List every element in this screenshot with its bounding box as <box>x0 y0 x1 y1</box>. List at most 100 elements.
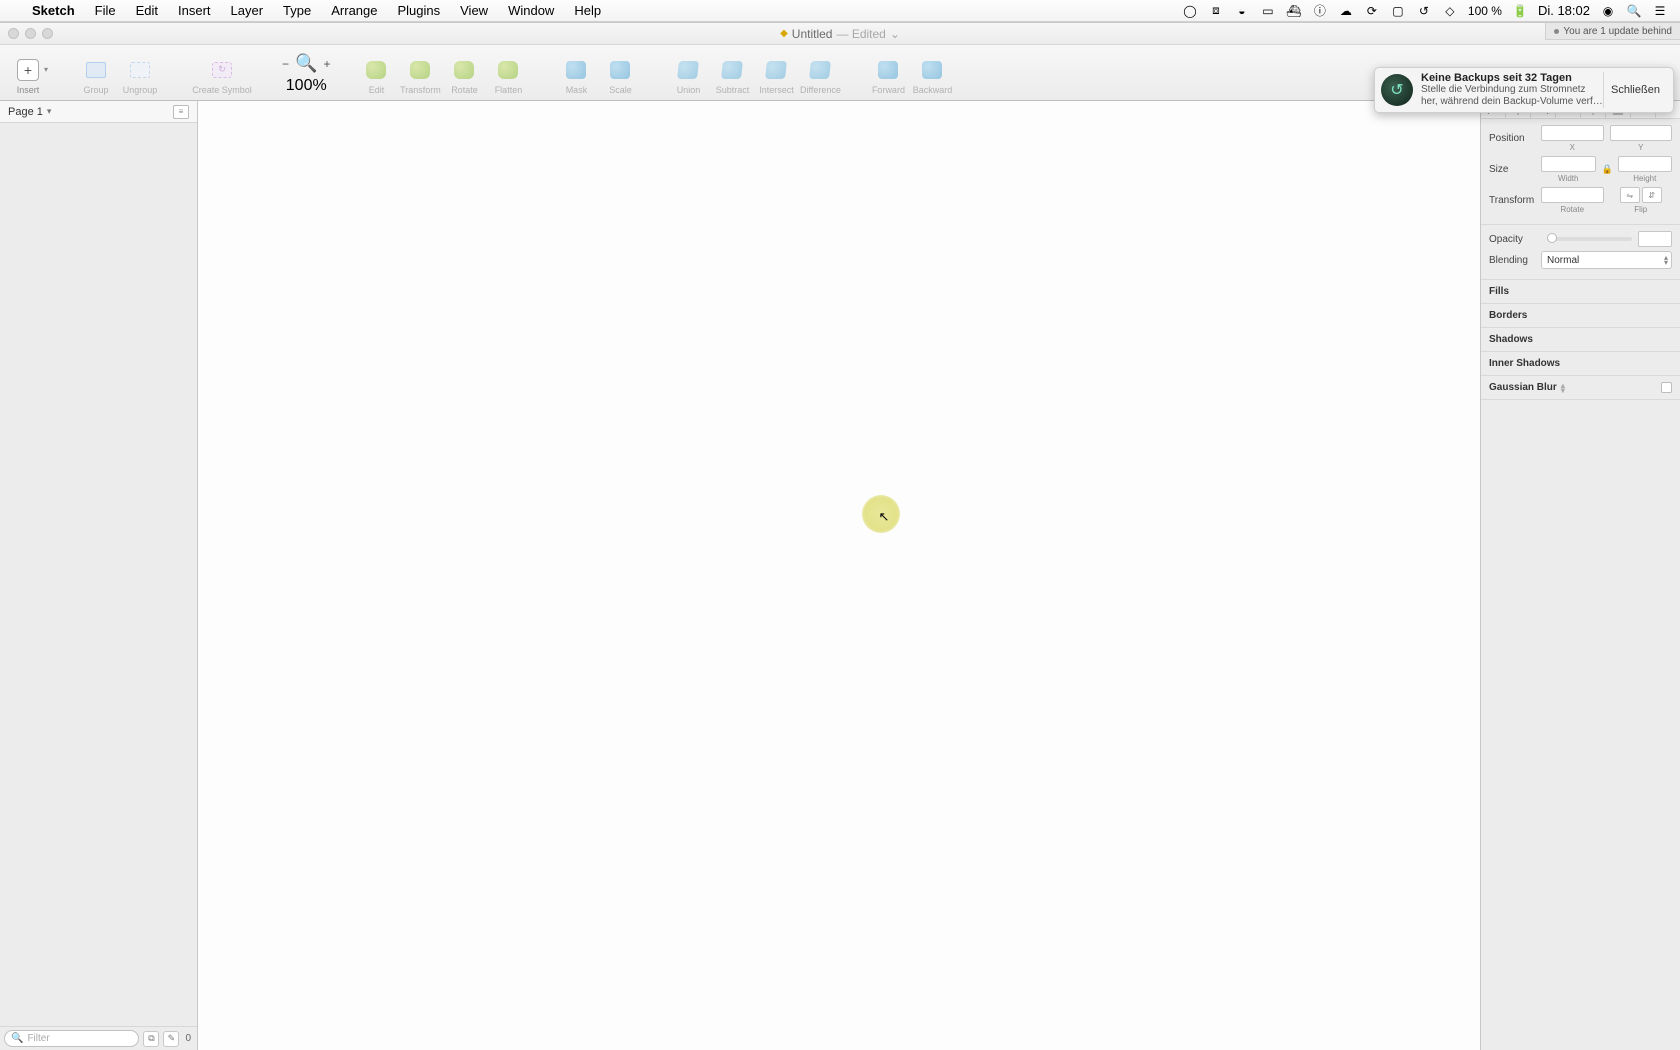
opacity-slider[interactable] <box>1547 237 1632 241</box>
insert-button[interactable]: + Insert <box>6 51 50 95</box>
battery-icon[interactable]: 🔋 <box>1512 4 1528 18</box>
menu-plugins[interactable]: Plugins <box>387 3 450 18</box>
rotate-label: Rotate <box>451 85 478 95</box>
zoom-label: 100% <box>286 77 327 95</box>
union-label: Union <box>677 85 701 95</box>
filter-placeholder: Filter <box>27 1033 49 1044</box>
opacity-input[interactable] <box>1638 231 1672 247</box>
update-banner[interactable]: You are 1 update behind <box>1545 23 1680 40</box>
edit-button[interactable]: Edit <box>354 51 398 95</box>
calendar-icon[interactable]: ▭ <box>1260 4 1276 18</box>
gaussian-blur-checkbox[interactable] <box>1661 382 1672 393</box>
document-title[interactable]: ◆ Untitled — Edited ⌄ <box>780 27 900 41</box>
lock-aspect-icon[interactable]: 🔒 <box>1602 164 1612 175</box>
width-input[interactable] <box>1541 156 1596 172</box>
notification-body: Stelle die Verbindung zum Stromnetz her,… <box>1421 84 1603 108</box>
transform-label: Transform <box>1489 195 1541 206</box>
timemachine-icon[interactable]: ↺ <box>1416 4 1432 18</box>
backward-button[interactable]: Backward <box>910 51 954 95</box>
position-x-input[interactable] <box>1541 125 1604 141</box>
rotate-input[interactable] <box>1541 187 1604 203</box>
create-symbol-button[interactable]: ↻ Create Symbol <box>186 51 258 95</box>
collapse-pages-button[interactable]: ≡ <box>173 105 189 119</box>
inner-shadows-section[interactable]: Inner Shadows <box>1481 352 1680 376</box>
union-button[interactable]: Union <box>666 51 710 95</box>
menu-window[interactable]: Window <box>498 3 564 18</box>
document-name: Untitled <box>792 27 833 41</box>
sketch-window: You are 1 update behind ◆ Untitled — Edi… <box>0 22 1680 1050</box>
close-window-icon[interactable] <box>8 28 19 39</box>
filter-copy-button[interactable]: ⧉ <box>143 1031 159 1047</box>
menu-help[interactable]: Help <box>564 3 611 18</box>
ungroup-button[interactable]: Ungroup <box>118 51 162 95</box>
flatten-icon <box>498 61 518 79</box>
menu-arrange[interactable]: Arrange <box>321 3 387 18</box>
menu-type[interactable]: Type <box>273 3 321 18</box>
rotate-icon <box>454 61 474 79</box>
zoom-in-button[interactable]: + <box>323 57 330 71</box>
cloud-icon[interactable]: ☁ <box>1338 4 1354 18</box>
intersect-button[interactable]: Intersect <box>754 51 798 95</box>
clock[interactable]: Di. 18:02 <box>1538 3 1590 18</box>
subtract-button[interactable]: Subtract <box>710 51 754 95</box>
select-arrows-icon: ▴▾ <box>1664 255 1668 265</box>
menu-view[interactable]: View <box>450 3 498 18</box>
battery-status[interactable]: 100 % <box>1468 4 1502 18</box>
zoom-out-button[interactable]: − <box>282 57 289 71</box>
filter-edit-button[interactable]: ✎ <box>163 1031 179 1047</box>
siri-icon[interactable]: ◉ <box>1600 4 1616 18</box>
scale-label: Scale <box>609 85 632 95</box>
symbol-icon: ↻ <box>212 62 232 78</box>
menu-file[interactable]: File <box>85 3 126 18</box>
inspector-panel: ⎸ ┼ ⎹ ⎺ ┼ ⎽ ⫴ ⫶ Position X Y Size <box>1480 101 1680 1050</box>
rotate-sublabel: Rotate <box>1560 205 1584 214</box>
pages-dropdown[interactable]: Page 1 ▾ ≡ <box>0 101 197 123</box>
slider-knob-icon[interactable] <box>1547 233 1557 243</box>
menu-layer[interactable]: Layer <box>221 3 274 18</box>
filter-input[interactable]: 🔍 Filter <box>4 1030 139 1047</box>
traffic-lights[interactable] <box>8 28 53 39</box>
layers-sidebar: Page 1 ▾ ≡ 🔍 Filter ⧉ ✎ 0 <box>0 101 198 1050</box>
height-input[interactable] <box>1618 156 1673 172</box>
difference-label: Difference <box>800 85 841 95</box>
airplay-icon[interactable]: ▢ <box>1390 4 1406 18</box>
borders-section[interactable]: Borders <box>1481 304 1680 328</box>
mask-button[interactable]: Mask <box>554 51 598 95</box>
shadows-section[interactable]: Shadows <box>1481 328 1680 352</box>
canvas[interactable]: ↖ <box>198 101 1480 1050</box>
sync-icon[interactable]: ⟳ <box>1364 4 1380 18</box>
minimize-window-icon[interactable] <box>25 28 36 39</box>
notification-center-icon[interactable]: ☰ <box>1652 4 1668 18</box>
blur-type-arrows-icon[interactable]: ▴▾ <box>1561 383 1565 393</box>
blending-select[interactable]: Normal ▴▾ <box>1541 251 1672 269</box>
info-icon[interactable]: ⓘ <box>1312 2 1328 19</box>
zoom-window-icon[interactable] <box>42 28 53 39</box>
transform-button[interactable]: Transform <box>398 51 442 95</box>
docker-icon[interactable]: ⛴ <box>1286 4 1302 18</box>
opacity-label: Opacity <box>1489 234 1541 245</box>
flatten-button[interactable]: Flatten <box>486 51 530 95</box>
scale-button[interactable]: Scale <box>598 51 642 95</box>
spotlight-icon[interactable]: 🔍 <box>1626 4 1642 18</box>
status-circle-icon[interactable]: ◯ <box>1182 4 1198 18</box>
notification-close-button[interactable]: Schließen <box>1603 72 1667 108</box>
app-menu[interactable]: Sketch <box>22 3 85 18</box>
difference-button[interactable]: Difference <box>798 51 842 95</box>
menu-insert[interactable]: Insert <box>168 3 221 18</box>
forward-button[interactable]: Forward <box>866 51 910 95</box>
fills-section[interactable]: Fills <box>1481 280 1680 304</box>
difference-icon <box>810 61 832 79</box>
menu-edit[interactable]: Edit <box>126 3 168 18</box>
transform-icon <box>410 61 430 79</box>
group-button[interactable]: Group <box>74 51 118 95</box>
wifi-icon[interactable]: ◇ <box>1442 4 1458 18</box>
dropbox-icon[interactable]: ⧈ <box>1208 3 1224 18</box>
gaussian-blur-section[interactable]: Gaussian Blur ▴▾ <box>1481 376 1680 400</box>
rotate-button[interactable]: Rotate <box>442 51 486 95</box>
update-dot-icon <box>1554 29 1559 34</box>
flip-vertical-button[interactable]: ⇵ <box>1642 187 1662 203</box>
status-app-icon[interactable]: ◒ <box>1234 4 1250 18</box>
position-y-input[interactable] <box>1610 125 1673 141</box>
zoom-control[interactable]: − 🔍 + 100% <box>282 51 330 95</box>
flip-horizontal-button[interactable]: ⇋ <box>1620 187 1640 203</box>
